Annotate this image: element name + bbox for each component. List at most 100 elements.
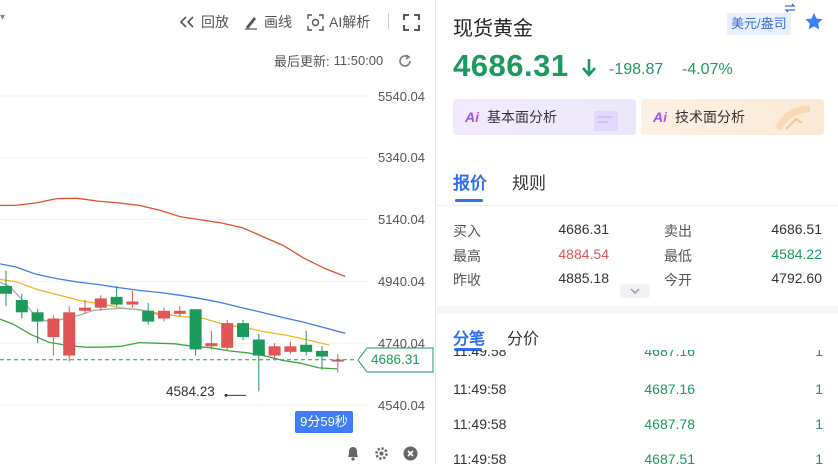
star-icon[interactable] bbox=[804, 12, 824, 31]
low-marker-label: 4584.23 bbox=[166, 384, 215, 399]
candle-body bbox=[316, 350, 328, 357]
candle bbox=[94, 295, 107, 311]
replay-icon bbox=[179, 16, 194, 28]
fullscreen-button[interactable] bbox=[403, 12, 425, 32]
bell-icon[interactable] bbox=[346, 446, 360, 461]
ai-technical-analysis-button[interactable]: Ai 技术面分析 bbox=[641, 99, 824, 135]
section-divider bbox=[437, 306, 838, 314]
y-tick-label: 5540.04 bbox=[378, 89, 425, 104]
list-item: 11:49:58 4687.78 1 bbox=[437, 416, 838, 451]
ai-logo-icon: Ai bbox=[465, 109, 479, 125]
ai-scan-icon bbox=[307, 13, 324, 31]
current-price: 4686.31 bbox=[453, 48, 569, 83]
y-tick-label: 5340.04 bbox=[378, 150, 425, 165]
candle bbox=[158, 307, 170, 322]
draw-line-button[interactable]: 画线 bbox=[243, 12, 292, 32]
tab-rules[interactable]: 规则 bbox=[512, 169, 546, 194]
list-item: 11:49:58 4687.16 1 bbox=[437, 381, 838, 416]
candle-countdown: 9分59秒 bbox=[295, 411, 353, 433]
candle-body bbox=[268, 346, 281, 356]
tick-time: 11:49:58 bbox=[453, 416, 507, 432]
candle bbox=[110, 286, 123, 307]
currency-unit-badge[interactable]: 美元/盎司 bbox=[727, 13, 791, 35]
high-label: 最高 bbox=[453, 248, 481, 264]
symbol-name: 现货黄金 bbox=[453, 18, 533, 40]
replay-button[interactable]: 回放 bbox=[178, 12, 229, 32]
y-tick-label: 4540.04 bbox=[378, 398, 425, 413]
tick-price: 4687.78 bbox=[644, 416, 695, 432]
candle-body bbox=[142, 310, 155, 322]
high-value: 4884.54 bbox=[558, 246, 609, 262]
down-arrow-icon bbox=[582, 59, 596, 77]
bid-value: 4686.31 bbox=[558, 221, 609, 237]
price-change-percent: -4.07% bbox=[682, 61, 733, 78]
tab-quote[interactable]: 报价 bbox=[453, 169, 487, 194]
tab-price-distribution[interactable]: 分价 bbox=[507, 325, 539, 349]
active-tab-indicator bbox=[455, 199, 483, 202]
candle bbox=[237, 320, 249, 341]
ai-technical-label: 技术面分析 bbox=[675, 109, 745, 125]
tick-list[interactable]: 11:49:58 4687.16 1 11:49:58 4687.16 1 11… bbox=[437, 350, 838, 464]
candle bbox=[316, 346, 328, 370]
candle-body bbox=[110, 296, 123, 305]
pen-icon bbox=[245, 17, 257, 30]
candlestick-chart[interactable] bbox=[0, 75, 436, 435]
low-value: 4584.22 bbox=[771, 246, 822, 262]
candle-body bbox=[158, 310, 170, 319]
candle bbox=[63, 306, 76, 362]
caret-left-icon[interactable]: ▾ bbox=[0, 12, 5, 23]
candle bbox=[126, 290, 139, 308]
candle bbox=[0, 270, 12, 307]
last-update-label: 最后更新: bbox=[274, 54, 330, 69]
last-update-row: 最后更新: 11:50:00 bbox=[274, 51, 413, 70]
tab-ticks[interactable]: 分笔 bbox=[453, 325, 485, 349]
candle bbox=[205, 330, 218, 350]
candle-body bbox=[47, 318, 60, 338]
gear-icon[interactable] bbox=[374, 446, 389, 461]
candle-body bbox=[126, 301, 139, 305]
ai-analysis-button[interactable]: AI解析 bbox=[307, 12, 370, 32]
refresh-icon[interactable] bbox=[397, 53, 413, 69]
ai-analysis-label: AI解析 bbox=[329, 14, 371, 30]
expand-quote-button[interactable] bbox=[620, 284, 650, 298]
candle-body bbox=[79, 307, 91, 311]
bid-label: 买入 bbox=[453, 223, 481, 239]
close-icon[interactable] bbox=[403, 446, 418, 461]
draw-line-label: 画线 bbox=[264, 14, 292, 30]
candle-body bbox=[300, 344, 313, 352]
candle bbox=[268, 343, 281, 359]
tick-price: 4687.51 bbox=[644, 451, 695, 464]
candle-body bbox=[63, 312, 76, 356]
chevron-down-icon bbox=[630, 288, 640, 294]
candle bbox=[31, 309, 44, 344]
replay-label: 回放 bbox=[201, 14, 229, 30]
ai-fundamental-analysis-button[interactable]: Ai 基本面分析 bbox=[453, 99, 636, 135]
candle-body bbox=[94, 298, 107, 308]
y-tick-label: 4940.04 bbox=[378, 274, 425, 289]
quote-panel: 现货黄金 美元/盎司 4686.31 -198.87 -4.07% Ai 基本面… bbox=[437, 0, 838, 464]
chart-toolbar: ▾ 回放 画线 AI解析 bbox=[0, 0, 436, 42]
last-price-value: 4686.31 bbox=[371, 352, 420, 367]
last-price-tag: 4686.31 bbox=[357, 347, 434, 373]
candle bbox=[142, 303, 155, 325]
candle-body bbox=[252, 339, 265, 356]
candle bbox=[15, 293, 28, 319]
open-label: 今开 bbox=[664, 272, 692, 288]
candle-body bbox=[189, 309, 202, 350]
candle-body bbox=[0, 286, 12, 294]
candle bbox=[252, 333, 265, 392]
tick-volume: 1 bbox=[815, 350, 823, 359]
toolbar-divider bbox=[388, 13, 389, 29]
low-marker-dot bbox=[224, 393, 228, 397]
candle-body bbox=[205, 343, 218, 347]
tick-time: 11:49:58 bbox=[453, 381, 507, 397]
candle bbox=[189, 309, 202, 356]
open-value: 4792.60 bbox=[771, 270, 822, 286]
ask-value: 4686.51 bbox=[771, 221, 822, 237]
last-update-time: 11:50:00 bbox=[333, 53, 384, 68]
swap-icon[interactable] bbox=[784, 3, 796, 13]
price-change: -198.87 bbox=[609, 61, 664, 78]
prev-close-label: 昨收 bbox=[453, 272, 481, 288]
list-item-partial: 11:49:58 4687.16 1 bbox=[437, 350, 838, 378]
ai-fundamental-label: 基本面分析 bbox=[487, 109, 557, 125]
